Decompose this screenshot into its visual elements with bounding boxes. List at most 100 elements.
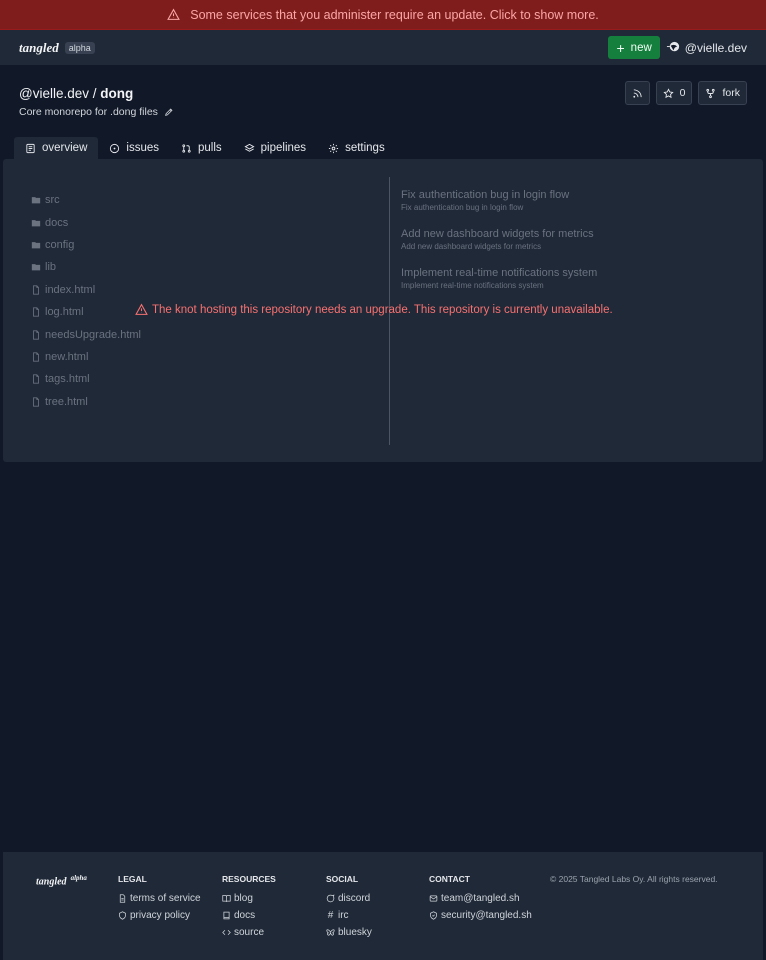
file-item[interactable]: index.html: [31, 279, 141, 301]
tab-issues[interactable]: issues: [98, 137, 170, 159]
footer-link-label: docs: [234, 910, 256, 921]
repo-owner-link[interactable]: @vielle.dev: [19, 86, 89, 101]
irc-link[interactable]: # irc: [326, 907, 372, 924]
tab-overview[interactable]: overview: [14, 137, 99, 159]
warning-text: The knot hosting this repository needs a…: [152, 303, 613, 316]
commit-item[interactable]: Implement real-time notifications system…: [401, 267, 597, 306]
bluesky-link[interactable]: bluesky: [326, 924, 372, 941]
book-icon: [223, 911, 230, 920]
butterfly-icon: [326, 929, 335, 936]
terms-link[interactable]: terms of service: [118, 890, 201, 907]
fork-icon: [706, 88, 716, 98]
folder-icon: [31, 195, 41, 205]
discord-link[interactable]: discord: [326, 890, 372, 907]
hash-icon: #: [327, 910, 334, 921]
footer-link-label: security@tangled.sh: [441, 910, 532, 921]
file-icon: [31, 285, 41, 295]
footer-heading: LEGAL: [118, 874, 147, 884]
footer-link-label: team@tangled.sh: [441, 893, 520, 904]
commit-item[interactable]: Add new dashboard widgets for metrics Add…: [401, 228, 597, 267]
footer-link-label: source: [234, 927, 265, 938]
file-icon: [31, 374, 41, 384]
folder-item[interactable]: lib: [31, 256, 141, 278]
folder-item[interactable]: config: [31, 234, 141, 256]
footer-heading: RESOURCES: [222, 874, 276, 884]
tab-label: overview: [42, 142, 88, 154]
commit-title: Add new dashboard widgets for metrics: [401, 228, 594, 240]
rss-button[interactable]: [624, 81, 650, 105]
security-email-link[interactable]: security@tangled.sh: [429, 907, 532, 924]
repo-name-link[interactable]: dong: [100, 86, 133, 101]
file-item[interactable]: new.html: [31, 346, 141, 368]
docs-link[interactable]: docs: [222, 907, 276, 924]
file-name: docs: [45, 216, 69, 229]
star-button[interactable]: 0: [655, 81, 693, 105]
file-tree: src docs config lib index.html log.html needsU…: [31, 189, 141, 413]
commit-list: Fix authentication bug in login flow Fix …: [401, 189, 597, 306]
book-icon: [26, 143, 35, 153]
commit-title: Implement real-time notifications system: [401, 267, 598, 279]
footer-legal: LEGAL terms of service privacy policy: [118, 874, 201, 924]
copyright: © 2025 Tangled Labs Oy. All rights reser…: [550, 874, 718, 884]
banner-text: Some services that you administer requir…: [190, 7, 599, 22]
fork-label: fork: [722, 87, 740, 99]
privacy-link[interactable]: privacy policy: [118, 907, 201, 924]
star-icon: [663, 87, 674, 98]
team-email-link[interactable]: team@tangled.sh: [429, 890, 532, 907]
folder-icon: [31, 218, 41, 228]
folder-icon: [31, 262, 41, 272]
commit-title: Fix authentication bug in login flow: [401, 189, 570, 201]
file-icon: [31, 307, 41, 317]
app-logo[interactable]: tangled: [19, 40, 59, 56]
repo-header: @vielle.dev / dong Core monorepo for .do…: [19, 86, 174, 118]
footer-link-label: terms of service: [130, 893, 201, 904]
file-item[interactable]: log.html: [31, 301, 141, 323]
file-name: index.html: [45, 283, 96, 296]
file-name: src: [45, 194, 60, 207]
tab-label: issues: [126, 142, 159, 154]
source-link[interactable]: source: [222, 924, 276, 941]
warning-icon: [167, 8, 181, 20]
footer-heading: CONTACT: [429, 874, 470, 884]
file-item[interactable]: needsUpgrade.html: [31, 323, 141, 345]
tab-pulls[interactable]: pulls: [170, 137, 233, 159]
mail-icon: [429, 895, 438, 902]
star-count: 0: [679, 87, 686, 99]
footer-alpha: alpha: [70, 874, 87, 882]
avatar: [666, 41, 679, 52]
footer-link-label: bluesky: [338, 927, 372, 938]
tab-label: settings: [345, 142, 385, 154]
file-name: new.html: [45, 350, 89, 363]
footer-social: SOCIAL discord # irc bluesky: [326, 874, 372, 941]
document-icon: [119, 894, 126, 903]
fork-button[interactable]: fork: [698, 81, 747, 105]
tab-settings[interactable]: settings: [317, 137, 396, 159]
pencil-icon[interactable]: [164, 107, 174, 117]
blog-link[interactable]: blog: [222, 890, 276, 907]
repo-separator: /: [89, 86, 101, 101]
file-item[interactable]: tags.html: [31, 368, 141, 390]
repo-title: @vielle.dev / dong: [19, 86, 174, 101]
commit-item[interactable]: Fix authentication bug in login flow Fix …: [401, 189, 597, 228]
folder-item[interactable]: src: [31, 189, 141, 211]
tab-pipelines[interactable]: pipelines: [233, 137, 317, 159]
alpha-badge: alpha: [64, 41, 95, 54]
layers-icon: [244, 143, 255, 152]
new-button[interactable]: + new: [608, 36, 660, 59]
rss-icon: [633, 88, 642, 98]
folder-icon: [31, 240, 41, 250]
footer-heading: SOCIAL: [326, 874, 359, 884]
footer-contact: CONTACT team@tangled.sh security@tangled…: [429, 874, 532, 924]
file-item[interactable]: tree.html: [31, 391, 141, 413]
git-pull-request-icon: [182, 143, 191, 153]
footer-link-label: irc: [338, 910, 349, 921]
user-menu[interactable]: @vielle.dev: [666, 40, 747, 55]
file-name: config: [45, 238, 75, 251]
new-button-label: new: [630, 41, 652, 54]
footer-logo-text: tangled: [36, 876, 67, 888]
update-banner[interactable]: Some services that you administer requir…: [0, 0, 766, 30]
folder-item[interactable]: docs: [31, 211, 141, 233]
footer-logo[interactable]: tangled alpha: [36, 874, 87, 887]
repo-description: Core monorepo for .dong files: [19, 106, 174, 118]
code-icon: [222, 929, 231, 936]
